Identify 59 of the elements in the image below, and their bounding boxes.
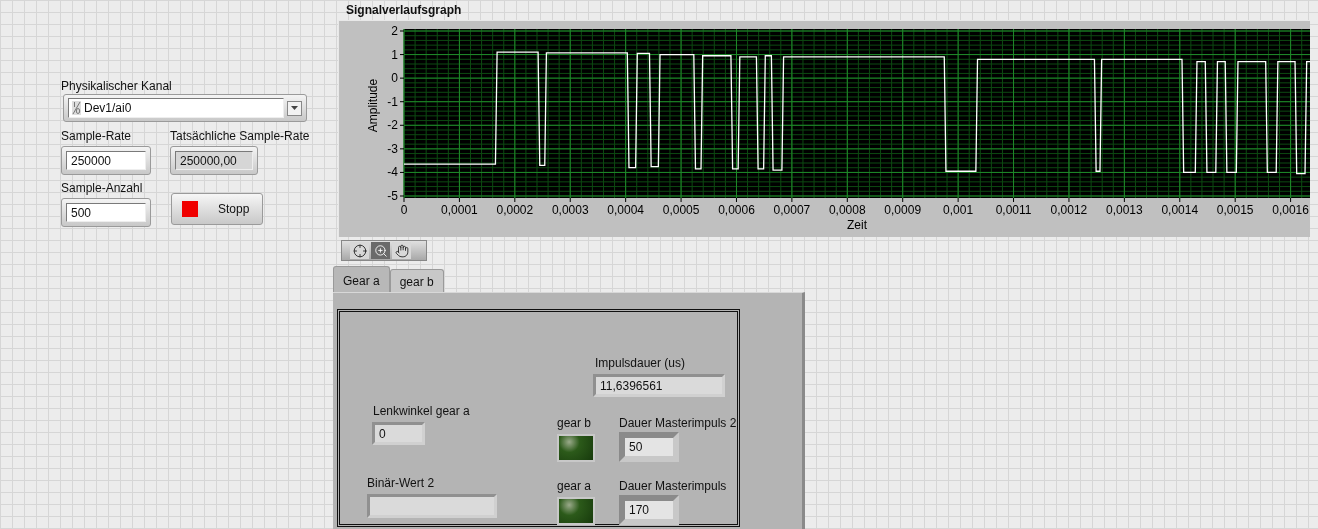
caret-icon bbox=[291, 106, 298, 110]
y-tick-label: -1 bbox=[387, 94, 398, 109]
x-tick-label: 0,0008 bbox=[828, 203, 866, 217]
dropdown-button[interactable] bbox=[287, 100, 302, 116]
y-tick-label: -3 bbox=[387, 141, 398, 156]
x-tick-label: 0,0016 bbox=[1272, 203, 1309, 217]
channel-value: Dev1/ai0 bbox=[84, 100, 132, 117]
y-axis-title: Amplitude bbox=[366, 78, 380, 133]
crosshair-icon bbox=[352, 243, 367, 258]
channel-dropdown[interactable]: Dev1/ai0 bbox=[63, 94, 307, 122]
numeric-indicator: 0 bbox=[372, 422, 425, 445]
y-tick-label: 1 bbox=[391, 47, 398, 62]
x-tick-label: 0,0011 bbox=[995, 203, 1032, 217]
numeric-control[interactable]: 500 bbox=[61, 198, 151, 227]
y-tick-label: -2 bbox=[387, 118, 398, 133]
numeric-control[interactable]: 170 bbox=[619, 495, 679, 525]
control-label: Binär-Wert 2 bbox=[367, 475, 436, 492]
control-label: Dauer Masterimpuls bbox=[619, 478, 727, 495]
graph-title: Signalverlaufsgraph bbox=[346, 3, 462, 17]
numeric-indicator: 250000,00 bbox=[170, 146, 258, 175]
hand-icon bbox=[394, 243, 409, 258]
palette-tool[interactable] bbox=[371, 242, 390, 259]
x-tick-label: 0,0001 bbox=[441, 203, 478, 217]
x-tick-label: 0,001 bbox=[943, 203, 974, 217]
x-tick-label: 0,0014 bbox=[1161, 203, 1199, 217]
numeric-indicator: 11,6396561 bbox=[593, 374, 725, 397]
x-tick-label: 0,0015 bbox=[1216, 203, 1254, 217]
control-label: Physikalischer Kanal bbox=[60, 79, 173, 93]
x-axis-title: Zeit bbox=[847, 218, 867, 232]
x-tick-label: 0,0006 bbox=[718, 203, 755, 217]
x-tick-label: 0,0013 bbox=[1106, 203, 1143, 217]
tab[interactable]: Gear a bbox=[333, 266, 390, 294]
x-tick-label: 0,0009 bbox=[884, 203, 922, 217]
zoom-icon bbox=[373, 243, 388, 258]
numeric-control[interactable]: 250000 bbox=[61, 146, 151, 175]
x-tick-label: 0 bbox=[400, 203, 408, 217]
control-label: gear b bbox=[557, 415, 593, 432]
stop-button[interactable]: Stopp bbox=[171, 193, 263, 225]
control-label: Sample-Anzahl bbox=[61, 180, 144, 197]
control-label: Tatsächliche Sample-Rate bbox=[170, 128, 310, 145]
x-tick-label: 0,0012 bbox=[1050, 203, 1088, 217]
palette-tool[interactable] bbox=[350, 242, 369, 259]
numeric-control[interactable]: 50 bbox=[619, 432, 679, 462]
y-tick-label: 2 bbox=[391, 24, 398, 38]
control-label: gear a bbox=[557, 478, 593, 495]
x-tick-label: 0,0005 bbox=[662, 203, 700, 217]
control-label: Dauer Masterimpuls 2 bbox=[619, 415, 737, 432]
io-icon bbox=[72, 101, 81, 115]
x-tick-label: 0,0003 bbox=[551, 203, 589, 217]
y-tick-label: 0 bbox=[391, 71, 398, 86]
control-label: Sample-Rate bbox=[61, 128, 133, 145]
y-tick-label: -5 bbox=[387, 189, 398, 203]
x-tick-label: 0,0007 bbox=[773, 203, 811, 217]
control-label: Lenkwinkel gear a bbox=[372, 403, 470, 420]
x-tick-label: 0,0002 bbox=[496, 203, 534, 217]
palette-tool[interactable] bbox=[392, 242, 411, 259]
control-label: Impulsdauer (us) bbox=[594, 355, 687, 372]
y-tick-label: -4 bbox=[387, 165, 398, 180]
x-tick-label: 0,0004 bbox=[607, 203, 644, 217]
